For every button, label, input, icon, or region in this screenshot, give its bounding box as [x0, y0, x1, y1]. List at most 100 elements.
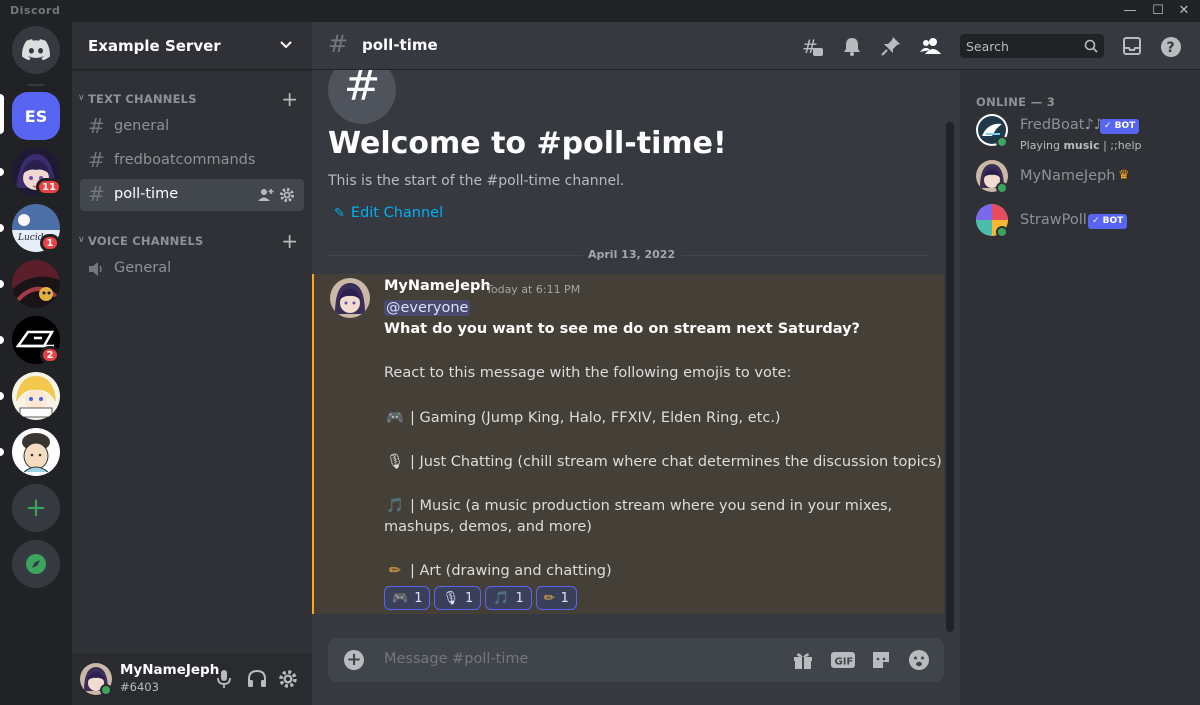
pin-icon[interactable] — [881, 36, 901, 56]
unread-indicator — [0, 168, 4, 176]
pencil-icon: ✎ — [334, 206, 345, 221]
online-status-icon — [996, 226, 1008, 238]
channel-label: General — [114, 260, 172, 276]
welcome-title: Welcome to #poll-time! — [328, 126, 727, 161]
help-icon[interactable]: ? — [1160, 36, 1182, 58]
server-avatar-image — [12, 260, 60, 308]
maximize-button[interactable]: ☐ — [1148, 2, 1168, 20]
plus-icon: + — [25, 493, 47, 523]
sticker-icon[interactable] — [870, 649, 892, 671]
minimize-button[interactable]: — — [1120, 2, 1140, 20]
online-status-icon — [996, 136, 1008, 148]
bot-badge: ✓ BOT — [1088, 214, 1128, 229]
server-header[interactable]: Example Server — [72, 22, 312, 70]
online-status-icon — [100, 684, 112, 696]
search-icon — [1084, 39, 1098, 53]
microphone-icon: 🎙 — [385, 454, 405, 470]
gif-icon[interactable]: GIF — [830, 649, 856, 671]
compass-icon — [26, 554, 46, 574]
server-icon-7[interactable] — [12, 428, 60, 476]
message-avatar[interactable] — [330, 278, 370, 318]
invite-icon[interactable] — [258, 187, 274, 203]
user-settings-gear-icon[interactable] — [278, 669, 298, 689]
edit-channel-link[interactable]: ✎ Edit Channel — [334, 205, 443, 221]
unread-badge: 2 — [40, 346, 60, 364]
reaction-music[interactable]: 🎵 1 — [485, 586, 532, 610]
voice-channel-general[interactable]: General — [80, 253, 304, 285]
message-author[interactable]: MyNameJeph — [384, 278, 491, 294]
category-voice-channels[interactable]: ∨ VOICE CHANNELS + — [76, 229, 308, 253]
unread-indicator — [0, 336, 4, 344]
unread-indicator — [0, 280, 4, 288]
reaction-art[interactable]: ✏ 1 — [535, 586, 577, 610]
reaction-count: 1 — [515, 590, 524, 606]
member-fredboat[interactable]: FredBoat♪♪ ✓ BOT Playing music | ;;help — [968, 114, 1192, 156]
member-list: ONLINE — 3 FredBoat♪♪ ✓ BOT Playing musi… — [960, 70, 1200, 705]
explore-servers-button[interactable] — [12, 540, 60, 588]
add-attachment-icon[interactable]: + — [344, 650, 364, 670]
title-bar: Discord — ☐ ✕ — [0, 0, 1200, 22]
edit-channel-label: Edit Channel — [350, 205, 444, 221]
chevron-down-icon — [280, 41, 292, 49]
music-note-icon: 🎵 — [385, 498, 405, 514]
user-tag: #6403 — [120, 680, 159, 694]
avatar-image — [330, 278, 370, 318]
pencil-icon: ✏ — [388, 563, 402, 579]
member-name: MyNameJeph — [1020, 168, 1116, 184]
gamepad-icon: 🎮 — [385, 410, 405, 426]
channel-poll-time[interactable]: # poll-time — [80, 179, 304, 211]
active-server-indicator — [0, 94, 4, 134]
channel-sidebar: Example Server ∨ TEXT CHANNELS + # gener… — [72, 22, 312, 705]
server-name: Example Server — [88, 37, 221, 55]
channel-label: poll-time — [114, 186, 179, 202]
scrollbar-thumb[interactable] — [946, 122, 954, 632]
message-item[interactable]: MyNameJeph Today at 6:11 PM @everyone Wh… — [312, 274, 944, 614]
reaction-count: 1 — [414, 590, 423, 606]
unread-badge: 1 — [40, 234, 60, 252]
inbox-icon[interactable] — [1122, 36, 1142, 56]
reaction-count: 1 — [464, 590, 474, 606]
search-placeholder: Search — [966, 39, 1009, 54]
everyone-mention[interactable]: @everyone — [384, 300, 471, 316]
svg-text:GIF: GIF — [835, 657, 854, 668]
headphones-icon[interactable] — [247, 669, 267, 689]
home-button[interactable] — [12, 26, 60, 74]
channel-label: fredboatcommands — [114, 152, 256, 168]
category-text-channels[interactable]: ∨ TEXT CHANNELS + — [76, 87, 308, 111]
create-channel-icon[interactable]: + — [281, 87, 298, 111]
emoji-picker-icon[interactable] — [908, 649, 930, 671]
close-button[interactable]: ✕ — [1174, 2, 1194, 20]
search-input[interactable]: Search — [960, 34, 1104, 58]
add-server-button[interactable]: + — [12, 484, 60, 532]
reaction-chatting[interactable]: 🎙 1 — [434, 586, 482, 610]
threads-icon[interactable]: # — [802, 36, 824, 58]
channel-general[interactable]: # general — [80, 111, 304, 143]
channel-label: general — [114, 118, 170, 134]
gamepad-icon: 🎮 — [392, 590, 409, 606]
channel-fredboatcommands[interactable]: # fredboatcommands — [80, 145, 304, 177]
gear-icon[interactable] — [279, 187, 295, 203]
create-channel-icon[interactable]: + — [281, 229, 298, 253]
rail-separator — [28, 84, 44, 86]
message-list[interactable]: # Welcome to #poll-time! This is the sta… — [312, 70, 960, 640]
server-icon-6[interactable] — [12, 372, 60, 420]
chat-area: # poll-time # Search ? # Welcome to #pol… — [312, 22, 1200, 705]
member-strawpoll[interactable]: StrawPoll ✓ BOT — [968, 204, 1192, 246]
microphone-icon[interactable] — [216, 669, 232, 689]
reaction-gaming[interactable]: 🎮 1 — [384, 586, 431, 610]
member-list-icon[interactable] — [920, 36, 942, 56]
message-input[interactable]: Message #poll-time — [384, 651, 528, 667]
reaction-bar: 🎮 1 🎙 1 🎵 1 ✏ 1 — [384, 586, 577, 610]
member-mynamejeph[interactable]: MyNameJeph ♛ — [968, 160, 1192, 202]
unread-badge: 11 — [36, 178, 62, 196]
svg-text:?: ? — [1167, 40, 1175, 56]
message-timestamp: Today at 6:11 PM — [486, 283, 581, 296]
gift-icon[interactable] — [792, 649, 814, 671]
notification-bell-icon[interactable] — [842, 36, 862, 56]
server-example-server[interactable]: ES — [12, 92, 60, 140]
hash-icon: # — [88, 182, 105, 206]
poll-option-art: ✏ | Art (drawing and chatting) — [384, 563, 612, 579]
channel-header: # poll-time # Search ? — [312, 22, 1200, 70]
server-icon-4[interactable] — [12, 260, 60, 308]
message-composer[interactable]: + Message #poll-time GIF — [328, 638, 944, 682]
